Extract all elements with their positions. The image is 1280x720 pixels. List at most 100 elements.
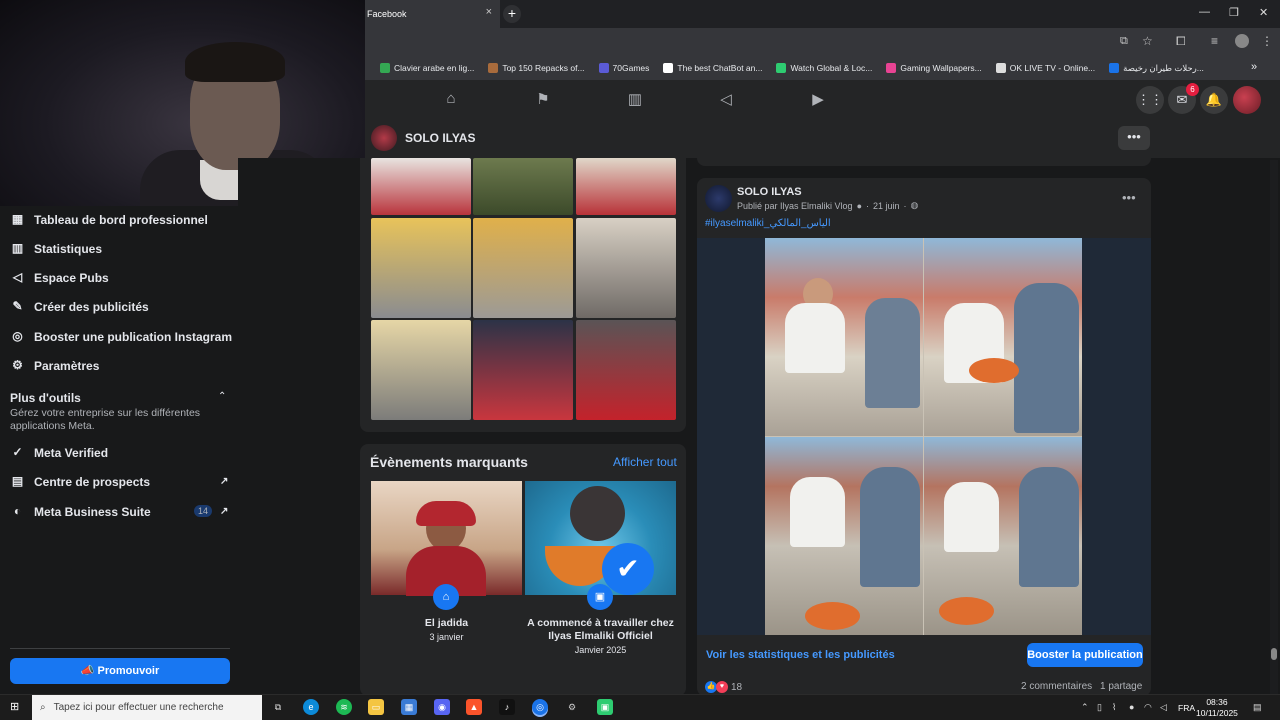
page-avatar[interactable] <box>371 125 397 151</box>
taskbar-search[interactable]: ⌕ Tapez ici pour effectuer une recherche <box>32 695 262 720</box>
photo-thumbnail[interactable] <box>371 218 471 318</box>
bookmark-item[interactable]: OK LIVE TV - Online... <box>989 63 1102 73</box>
photo-thumbnail[interactable] <box>473 158 573 215</box>
events-see-all-link[interactable]: Afficher tout <box>613 455 677 469</box>
discord-icon[interactable]: ◉ <box>434 699 450 715</box>
insights-icon[interactable]: ▥ <box>625 90 645 110</box>
post-date[interactable]: 21 juin <box>873 201 900 211</box>
profile-icon[interactable] <box>1235 34 1249 48</box>
taskbar-search-placeholder: Tapez ici pour effectuer une recherche <box>53 702 224 713</box>
bookmarks-bar: Clavier arabe en lig... Top 150 Repacks o… <box>365 56 1280 80</box>
page-more-button[interactable]: ••• <box>1118 126 1150 150</box>
post-shares-count[interactable]: 1 partage <box>1100 681 1142 692</box>
sidebar-tool-item[interactable]: ◐ Meta Business Suite ↗ <box>10 504 229 519</box>
video-icon[interactable]: ▶ <box>808 90 828 110</box>
extensions-icon[interactable]: ⧠ <box>1176 34 1186 49</box>
notifications-icon[interactable]: 🔔 <box>1200 86 1228 114</box>
tray-mic-icon[interactable]: ● <box>1129 702 1134 712</box>
spotify-icon[interactable]: ≋ <box>336 699 352 715</box>
flag-icon[interactable]: ⚑ <box>533 90 553 110</box>
sidebar-item[interactable]: ✎ Créer des publicités <box>10 299 148 314</box>
media-app-icon[interactable]: ▣ <box>597 699 613 715</box>
bookmark-star-icon[interactable]: ☆ <box>1142 34 1153 48</box>
sidebar-item[interactable]: ▥ Statistiques <box>10 241 102 256</box>
photo-thumbnail[interactable] <box>473 218 573 318</box>
scrollbar-thumb[interactable] <box>1271 648 1277 660</box>
photo-thumbnail[interactable] <box>473 320 573 420</box>
task-view-icon[interactable]: ⧉ <box>270 699 286 715</box>
edge-icon[interactable]: e <box>303 699 319 715</box>
bookmark-label: 70Games <box>612 63 650 73</box>
post-hashtag[interactable]: #ilyaselmaliki_الياس_المالكي <box>705 218 831 229</box>
photo-thumbnail[interactable] <box>576 320 676 420</box>
post-comments-count[interactable]: 2 commentaires <box>1021 681 1092 692</box>
taskbar-clock[interactable]: 08:36 10/11/2025 <box>1196 697 1238 719</box>
account-avatar[interactable] <box>1233 86 1261 114</box>
chrome-icon[interactable]: ◎ <box>532 699 548 715</box>
tray-network-icon[interactable]: ⌇ <box>1112 702 1116 713</box>
sidebar-item[interactable]: ◎ Booster une publication Instagram <box>10 329 232 344</box>
bookmark-favicon-icon <box>886 63 897 73</box>
bookmark-item[interactable]: رحلات طيران رخيصة... <box>1102 63 1211 74</box>
bookmark-item[interactable]: Top 150 Repacks of... <box>481 63 591 73</box>
bookmarks-more-icon[interactable]: » <box>1251 61 1257 73</box>
sidebar-tool-item[interactable]: ▤ Centre de prospects ↗ <box>10 474 229 489</box>
bookmark-item[interactable]: Watch Global & Loc... <box>769 63 879 73</box>
language-indicator[interactable]: FRA <box>1178 703 1195 713</box>
settings-app-icon[interactable]: ⚙ <box>564 699 580 715</box>
search-icon: ⌕ <box>40 702 46 713</box>
event-date: 3 janvier <box>429 632 464 642</box>
bookmark-item[interactable]: 70Games <box>592 63 657 73</box>
media-icon[interactable]: ≡ <box>1211 34 1218 48</box>
windows-start-icon[interactable]: ⊞ <box>10 700 24 714</box>
photo-thumbnail[interactable] <box>371 320 471 420</box>
photo-thumbnail[interactable] <box>576 158 676 215</box>
bookmark-item[interactable]: Clavier arabe en lig... <box>373 63 481 73</box>
page-name[interactable]: SOLO ILYAS <box>405 131 475 145</box>
restore-button[interactable]: ❐ <box>1229 6 1239 19</box>
chevron-up-icon[interactable]: ⌃ <box>218 391 226 402</box>
bookmark-item[interactable]: Gaming Wallpapers... <box>879 63 988 73</box>
sidebar-item[interactable]: ◁ Espace Pubs <box>10 270 109 285</box>
new-tab-button[interactable]: + <box>503 5 521 23</box>
tray-battery-icon[interactable]: ▯ <box>1097 702 1102 713</box>
close-window-button[interactable]: ✕ <box>1259 6 1268 19</box>
event-image-eljadida[interactable] <box>371 481 522 596</box>
tray-wifi-icon[interactable]: ◠ <box>1144 702 1152 713</box>
post-author-avatar[interactable] <box>705 185 732 212</box>
sidebar-item[interactable]: ▦ Tableau de bord professionnel <box>10 212 208 227</box>
file-explorer-icon[interactable]: ▭ <box>368 699 384 715</box>
event-image-work[interactable]: ✔ <box>525 481 676 595</box>
tray-chevron-icon[interactable]: ⌃ <box>1081 702 1089 713</box>
promote-button-label: Promouvoir <box>97 665 160 677</box>
bookmark-item[interactable]: The best ChatBot an... <box>656 63 769 73</box>
scrollbar[interactable] <box>1270 160 1278 696</box>
info-icon[interactable]: ● <box>857 201 862 211</box>
post-more-button[interactable]: ••• <box>1122 190 1136 205</box>
tab-close-icon[interactable]: × <box>486 6 492 18</box>
tray-volume-icon[interactable]: ◁ <box>1160 702 1167 713</box>
brave-icon[interactable]: ▲ <box>466 699 482 715</box>
sidebar-tool-item[interactable]: ✓ Meta Verified <box>10 445 108 460</box>
sidebar-item[interactable]: ⚙ Paramètres <box>10 358 99 373</box>
clock-date: 10/11/2025 <box>1196 708 1238 718</box>
post-image[interactable] <box>765 238 1082 635</box>
minimize-button[interactable]: — <box>1199 6 1210 18</box>
boost-post-button[interactable]: Booster la publication <box>1027 643 1143 667</box>
chrome-menu-icon[interactable]: ⋮ <box>1261 34 1273 48</box>
browser-tab[interactable]: Facebook × <box>365 0 500 28</box>
photo-thumbnail[interactable] <box>371 158 471 215</box>
megaphone-icon[interactable]: ◁ <box>716 90 736 110</box>
notification-center-icon[interactable]: ▤ <box>1253 702 1262 713</box>
tiktok-icon[interactable]: ♪ <box>499 699 515 715</box>
home-icon[interactable]: ⌂ <box>441 90 461 110</box>
post-stats-link[interactable]: Voir les statistiques et les publicités <box>706 649 895 661</box>
cast-icon[interactable]: ⧉ <box>1120 35 1128 48</box>
store-icon[interactable]: ▦ <box>401 699 417 715</box>
post-author-name[interactable]: SOLO ILYAS <box>737 186 802 198</box>
post-meta: Publié par Ilyas Elmaliki Vlog ● · 21 ju… <box>737 200 919 211</box>
promote-button[interactable]: 📣 Promouvoir <box>10 658 230 684</box>
apps-menu-icon[interactable]: ⋮⋮ <box>1136 86 1164 114</box>
post-reactions[interactable]: 👍 ♥ 18 <box>705 681 742 693</box>
photo-thumbnail[interactable] <box>576 218 676 318</box>
